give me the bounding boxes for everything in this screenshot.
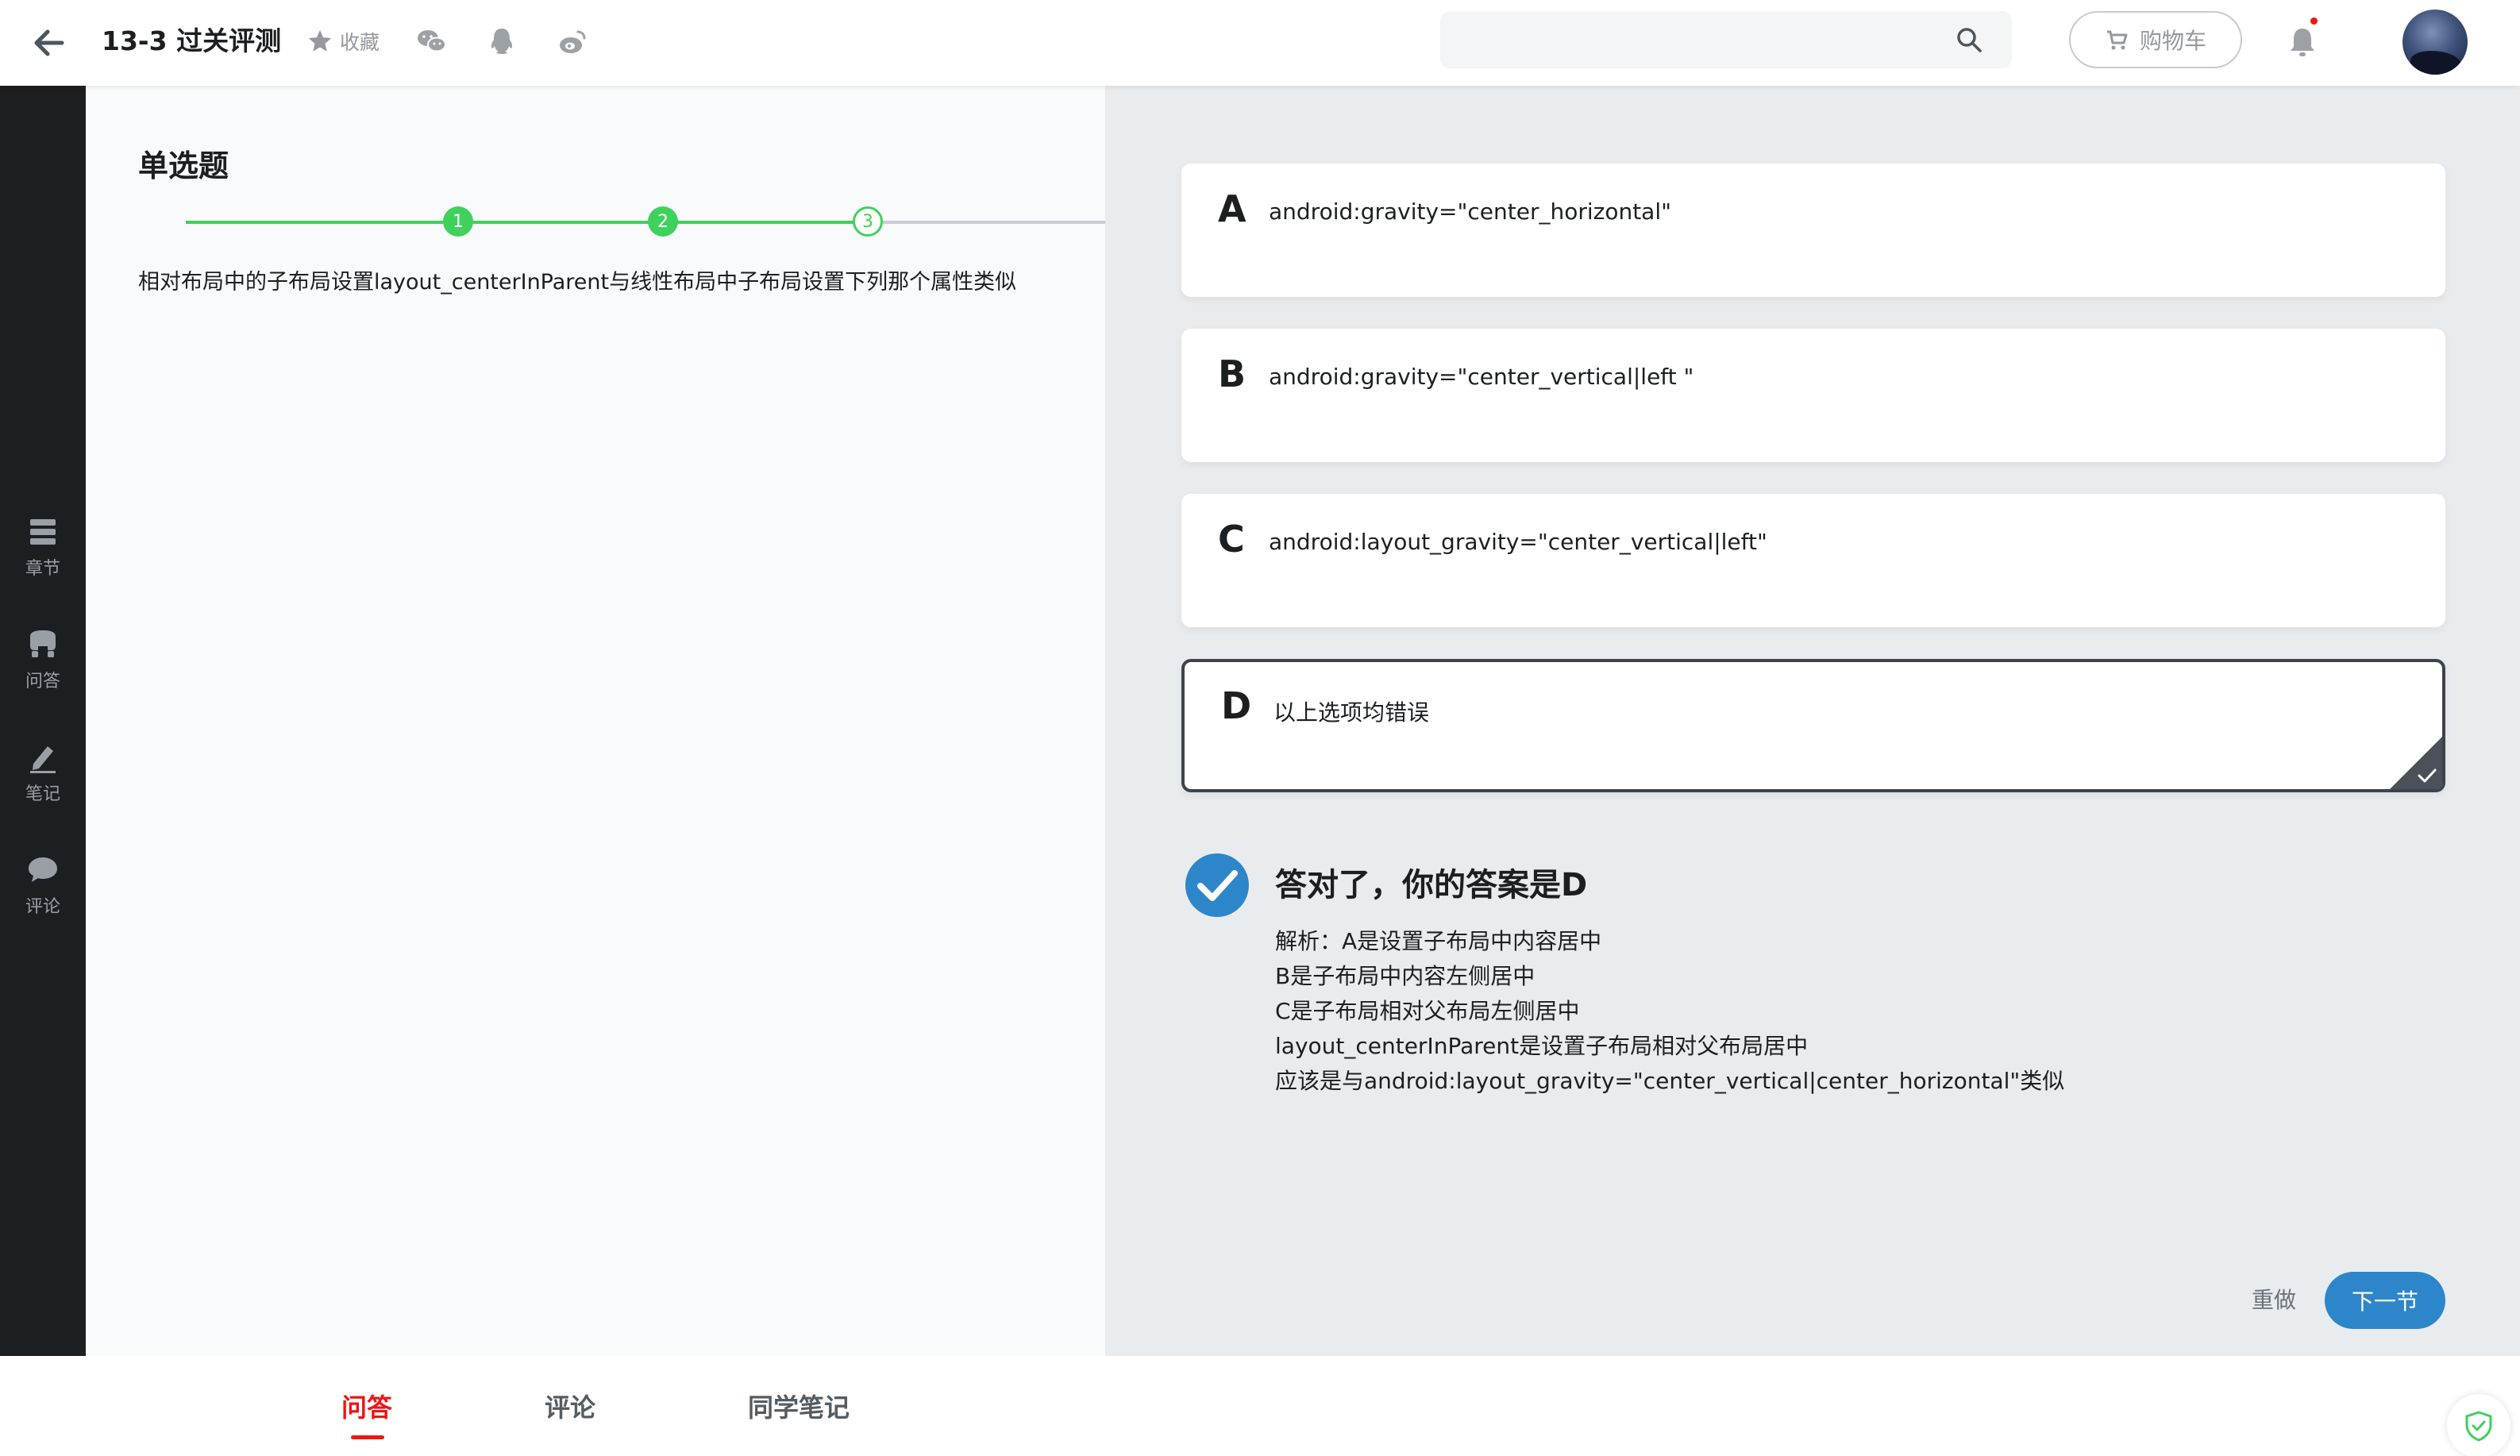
tab-comments[interactable]: 评论: [545, 1388, 595, 1424]
tab-classmate-notes[interactable]: 同学笔记: [748, 1388, 850, 1424]
search-box: [1440, 11, 2012, 68]
wechat-icon[interactable]: [414, 24, 449, 59]
sidebar-item-comments[interactable]: 评论: [0, 853, 86, 940]
progress-step-3[interactable]: 3: [853, 206, 883, 237]
option-text: 以上选项均错误: [1273, 699, 1430, 726]
top-bar: 13-3 过关评测 收藏 购物车: [0, 0, 2520, 86]
option-letter: C: [1218, 518, 1245, 560]
next-section-button[interactable]: 下一节: [2325, 1272, 2445, 1329]
search-icon[interactable]: [1955, 25, 1983, 54]
option-letter: D: [1221, 684, 1252, 727]
qa-icon: [30, 630, 56, 657]
analysis-line: layout_centerInParent是设置子布局相对父布局居中: [1275, 1033, 1809, 1059]
search-input[interactable]: [1440, 11, 1932, 68]
sidebar-item-qa[interactable]: 问答: [0, 627, 86, 715]
course-sidebar: 章节 问答 笔记 评论: [0, 86, 86, 1356]
question-text: 相对布局中的子布局设置layout_centerInParent与线性布局中子布…: [138, 270, 1017, 295]
comment-icon: [29, 857, 57, 882]
note-icon: [30, 746, 56, 773]
notification-dot: [2310, 17, 2318, 25]
option-c[interactable]: C android:layout_gravity="center_vertica…: [1181, 494, 2445, 627]
chapter-icon: [30, 519, 56, 545]
sidebar-item-label: 评论: [25, 897, 60, 917]
option-text: android:layout_gravity="center_vertical|…: [1269, 529, 1767, 555]
answer-panel: A android:gravity="center_horizontal" B …: [1105, 86, 2520, 1356]
active-tab-indicator: [351, 1435, 384, 1439]
option-b[interactable]: B android:gravity="center_vertical|left …: [1181, 329, 2445, 462]
analysis-line: C是子布局相对父布局左侧居中: [1275, 998, 1580, 1024]
cart-button[interactable]: 购物车: [2069, 11, 2242, 68]
star-icon: [308, 29, 332, 52]
progress-step-1[interactable]: 1: [443, 206, 473, 237]
avatar[interactable]: [2402, 10, 2468, 75]
result-title: 答对了，你的答案是D: [1275, 867, 1588, 903]
analysis-line: 应该是与android:layout_gravity="center_verti…: [1275, 1068, 2065, 1094]
tab-qa[interactable]: 问答: [341, 1388, 392, 1424]
weibo-icon[interactable]: [556, 24, 591, 59]
shield-check-icon: [2465, 1411, 2492, 1442]
favorite-button[interactable]: 收藏: [306, 24, 380, 59]
option-letter: A: [1218, 187, 1247, 230]
analysis-line: B是子布局中内容左侧居中: [1275, 963, 1536, 989]
analysis-line: 解析：A是设置子布局中内容居中: [1275, 928, 1602, 954]
selected-check-icon: [2418, 768, 2437, 783]
sidebar-item-notes[interactable]: 笔记: [0, 740, 86, 827]
bottom-tab-bar: 问答 评论 同学笔记: [0, 1356, 2520, 1456]
qq-icon[interactable]: [484, 24, 519, 59]
sidebar-item-label: 笔记: [25, 784, 60, 804]
back-arrow-icon[interactable]: [29, 22, 70, 64]
question-progress: 1 2 3: [186, 203, 1188, 241]
answer-analysis: 解析：A是设置子布局中内容居中 B是子布局中内容左侧居中 C是子布局相对父布局左…: [1275, 924, 2064, 1099]
favorite-label: 收藏: [340, 31, 380, 54]
progress-line-done: [186, 221, 870, 224]
security-shield-button[interactable]: [2447, 1394, 2510, 1456]
option-text: android:gravity="center_horizontal": [1269, 198, 1671, 225]
cart-label: 购物车: [2139, 28, 2206, 54]
sidebar-item-chapter[interactable]: 章节: [0, 514, 86, 602]
notification-bell-icon[interactable]: [2287, 24, 2318, 59]
redo-button[interactable]: 重做: [2252, 1283, 2296, 1315]
option-letter: B: [1218, 352, 1247, 395]
sidebar-item-label: 问答: [25, 672, 60, 691]
correct-check-icon: [1185, 853, 1249, 917]
page-title: 13-3 过关评测: [102, 25, 282, 56]
sidebar-item-label: 章节: [25, 559, 60, 579]
question-panel: 单选题 1 2 3 相对布局中的子布局设置layout_centerInPare…: [86, 86, 1188, 1356]
option-d[interactable]: D 以上选项均错误: [1181, 659, 2445, 792]
option-a[interactable]: A android:gravity="center_horizontal": [1181, 164, 2445, 297]
question-type: 单选题: [138, 148, 229, 183]
progress-step-2[interactable]: 2: [648, 206, 678, 237]
option-text: android:gravity="center_vertical|left ": [1269, 364, 1694, 390]
cart-icon: [2106, 30, 2128, 50]
